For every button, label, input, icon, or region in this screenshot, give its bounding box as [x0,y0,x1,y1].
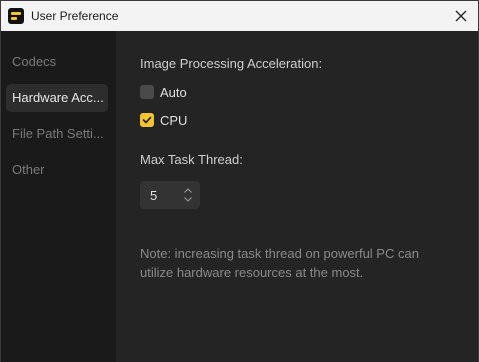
checkmark-icon [142,116,152,124]
cpu-checkbox[interactable] [140,113,154,127]
sidebar-item-hardware-acceleration[interactable]: Hardware Acc... [6,84,108,112]
window-title: User Preference [31,9,119,23]
sidebar-item-other[interactable]: Other [6,156,108,184]
sidebar-item-file-path-settings[interactable]: File Path Setti... [6,120,108,148]
sidebar: Codecs Hardware Acc... File Path Setti..… [1,31,116,362]
settings-panel: Image Processing Acceleration: Auto CPU … [116,31,478,362]
preference-window: User Preference Codecs Hardware Acc... F… [0,0,479,362]
title-bar: User Preference [1,1,478,31]
max-task-value[interactable]: 5 [150,188,157,203]
sidebar-item-codecs[interactable]: Codecs [6,48,108,76]
auto-checkbox[interactable] [140,85,154,99]
max-task-label: Max Task Thread: [140,152,243,167]
close-button[interactable] [450,5,472,27]
auto-label: Auto [160,84,187,100]
auto-option[interactable]: Auto [140,84,187,100]
chevron-down-icon [184,196,192,202]
cpu-label: CPU [160,112,188,128]
decrement-button[interactable] [183,195,193,203]
cpu-option[interactable]: CPU [140,112,187,128]
acceleration-label: Image Processing Acceleration: [140,56,323,71]
thread-note: Note: increasing task thread on powerful… [140,246,419,280]
chevron-up-icon [184,187,192,193]
app-logo-icon [8,8,24,24]
increment-button[interactable] [183,186,193,194]
close-icon [455,10,467,22]
max-task-stepper[interactable]: 5 [140,181,200,209]
